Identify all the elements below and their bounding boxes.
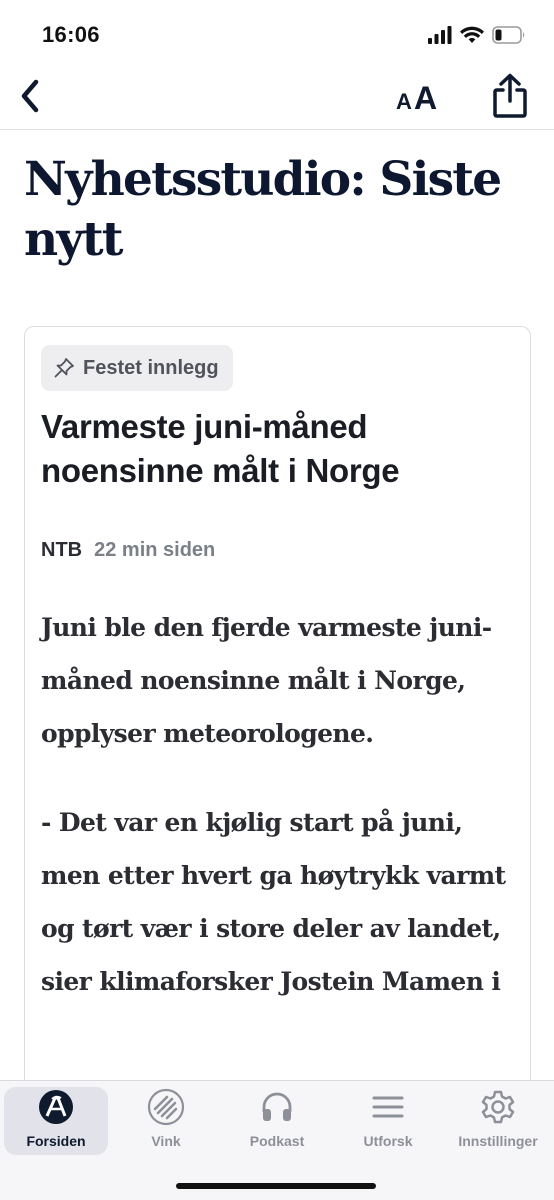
tab-label: Forsiden xyxy=(26,1133,86,1149)
article-source: NTB xyxy=(41,539,83,561)
article-timestamp: 22 min siden xyxy=(94,539,216,561)
cellular-signal-icon xyxy=(428,26,452,44)
status-bar: 16:06 xyxy=(0,0,554,62)
top-navigation: A A xyxy=(0,62,554,130)
tab-label: Podkast xyxy=(249,1133,305,1149)
share-button[interactable] xyxy=(488,68,532,124)
page-title: Nyhetsstudio: Siste nytt xyxy=(24,152,502,267)
aftenposten-logo-icon xyxy=(39,1090,73,1124)
back-button[interactable] xyxy=(10,72,50,120)
article-paragraph: - Det var en kjølig start på juni, men e… xyxy=(41,808,506,996)
home-indicator xyxy=(176,1183,376,1189)
font-size-small-a: A xyxy=(396,89,412,114)
article-byline: NTB 22 min siden xyxy=(41,539,215,562)
battery-low-icon xyxy=(492,26,525,44)
pinned-label: Festet innlegg xyxy=(83,356,219,379)
tab-podkast[interactable]: Podkast xyxy=(225,1087,329,1155)
vink-icon xyxy=(147,1088,185,1126)
menu-lines-icon xyxy=(372,1096,404,1118)
tab-label: Innstillinger xyxy=(458,1133,538,1149)
tab-label: Vink xyxy=(151,1133,181,1149)
headphones-icon xyxy=(262,1092,292,1121)
pinned-article-card[interactable]: Festet innlegg Varmeste juni-måned noens… xyxy=(24,326,531,1146)
tab-bar: Forsiden Vink Podkast Utforsk Innstillin… xyxy=(0,1080,554,1200)
status-time: 16:06 xyxy=(42,22,100,47)
font-size-large-a: A xyxy=(414,80,438,116)
share-icon xyxy=(493,73,527,118)
tab-forsiden[interactable]: Forsiden xyxy=(4,1087,108,1155)
article-paragraph: Juni ble den fjerde varmeste juni-måned … xyxy=(41,613,492,748)
font-size-button[interactable]: A A xyxy=(388,74,448,118)
chevron-left-icon xyxy=(21,79,39,113)
pin-icon xyxy=(54,358,74,378)
tab-vink[interactable]: Vink xyxy=(114,1087,218,1155)
article-headline[interactable]: Varmeste juni-måned noensinne målt i Nor… xyxy=(41,405,511,493)
tab-innstillinger[interactable]: Innstillinger xyxy=(444,1087,552,1155)
article-body: Juni ble den fjerde varmeste juni-måned … xyxy=(41,601,517,1044)
tab-label: Utforsk xyxy=(363,1133,413,1149)
pinned-badge: Festet innlegg xyxy=(41,345,233,391)
tab-utforsk[interactable]: Utforsk xyxy=(336,1087,440,1155)
wifi-icon xyxy=(460,26,484,43)
status-icons xyxy=(428,24,526,46)
gear-icon xyxy=(481,1090,515,1124)
